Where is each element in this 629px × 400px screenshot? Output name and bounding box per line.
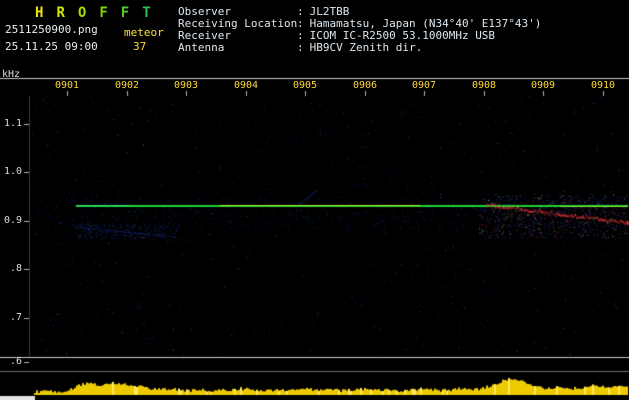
freq-tick-label: 0.9 bbox=[3, 215, 22, 226]
spectrogram-canvas bbox=[0, 0, 629, 400]
mode-label: meteor bbox=[124, 26, 164, 39]
title-letter: F bbox=[120, 5, 130, 21]
freq-tick-label: .7 bbox=[9, 312, 22, 323]
freq-tick-label: 1.0 bbox=[3, 166, 22, 177]
time-tick-label: 0907 bbox=[411, 80, 437, 91]
time-tick-label: 0910 bbox=[590, 80, 616, 91]
info-value: HB9CV Zenith dir. bbox=[309, 41, 423, 54]
freq-unit-label: kHz bbox=[2, 69, 21, 80]
freq-tick-label: .8 bbox=[9, 263, 22, 274]
title-letter: H bbox=[35, 5, 44, 21]
info-label: Antenna bbox=[178, 41, 225, 54]
title-letter: O bbox=[77, 5, 87, 21]
time-tick-label: 0902 bbox=[114, 80, 140, 91]
time-tick-label: 0903 bbox=[173, 80, 199, 91]
output-filename: 2511250900.png bbox=[5, 23, 98, 36]
station-info: Observer: JL2TBB Receiving Location: Hamam… bbox=[178, 6, 541, 54]
freq-tick-label: .6 bbox=[9, 356, 22, 367]
time-tick-label: 0901 bbox=[54, 80, 80, 91]
datetime-label: 25.11.25 09:00 bbox=[5, 40, 98, 53]
info-row-antenna: Antenna: HB9CV Zenith dir. bbox=[178, 42, 541, 54]
time-tick-label: 0904 bbox=[233, 80, 259, 91]
app-title: HROFFT bbox=[35, 5, 164, 21]
hrofft-window: HROFFT 2511250900.png meteor 25.11.25 09… bbox=[0, 0, 629, 400]
time-tick-label: 0908 bbox=[471, 80, 497, 91]
meteor-count: 37 bbox=[133, 40, 147, 53]
time-tick-label: 0909 bbox=[530, 80, 556, 91]
time-tick-label: 0906 bbox=[352, 80, 378, 91]
title-letter: F bbox=[99, 5, 108, 21]
time-tick-label: 0905 bbox=[292, 80, 318, 91]
freq-tick-label: 1.1 bbox=[3, 118, 22, 129]
title-letter: R bbox=[56, 5, 65, 21]
title-letter: T bbox=[142, 5, 151, 21]
info-colon: : bbox=[297, 41, 304, 54]
